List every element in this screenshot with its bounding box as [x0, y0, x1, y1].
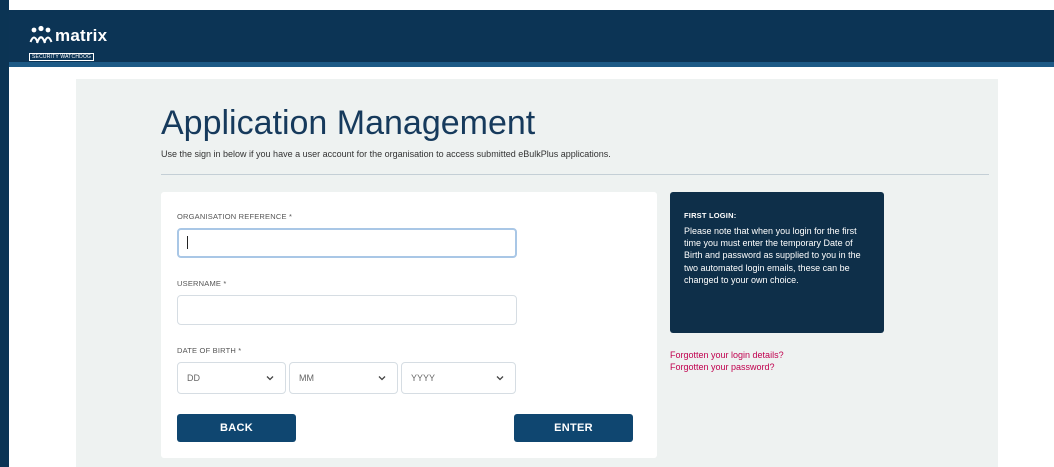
dob-label: DATE OF BIRTH * [177, 346, 242, 355]
chevron-down-icon [378, 376, 386, 381]
dob-year-value: YYYY [411, 373, 436, 383]
page: matrix SECURITY WATCHDOG Application Man… [0, 0, 1054, 467]
dob-year-select[interactable]: YYYY [401, 362, 516, 394]
dob-day-value: DD [187, 373, 200, 383]
main-panel: Application Management Use the sign in b… [76, 79, 998, 467]
header-accent-strip [9, 62, 1054, 67]
login-form-card: ORGANISATION REFERENCE * USERNAME * DATE… [161, 192, 657, 458]
matrix-logo[interactable]: matrix SECURITY WATCHDOG [29, 25, 107, 63]
username-input[interactable] [177, 295, 517, 325]
forgot-login-link[interactable]: Forgotten your login details? [670, 350, 784, 360]
forgot-password-link[interactable]: Forgotten your password? [670, 362, 775, 372]
first-login-info-box: FIRST LOGIN: Please note that when you l… [670, 192, 884, 333]
divider [161, 174, 989, 175]
text-caret [187, 236, 188, 249]
people-icon [29, 25, 53, 44]
left-edge-bar [0, 0, 9, 467]
enter-button[interactable]: ENTER [514, 414, 633, 442]
info-text: Please note that when you login for the … [684, 226, 861, 285]
dob-month-select[interactable]: MM [289, 362, 398, 394]
logo-wordmark: matrix [55, 26, 108, 45]
chevron-down-icon [496, 376, 504, 381]
top-header: matrix SECURITY WATCHDOG [9, 10, 1054, 62]
page-subtitle: Use the sign in below if you have a user… [161, 149, 611, 159]
page-title: Application Management [161, 104, 536, 142]
org-ref-label: ORGANISATION REFERENCE * [177, 212, 293, 221]
back-button[interactable]: BACK [177, 414, 296, 442]
chevron-down-icon [266, 376, 274, 381]
logo-tagline: SECURITY WATCHDOG [29, 53, 95, 61]
org-ref-input[interactable] [177, 228, 517, 258]
dob-month-value: MM [299, 373, 314, 383]
info-title: FIRST LOGIN: [684, 211, 737, 220]
username-label: USERNAME * [177, 279, 227, 288]
dob-day-select[interactable]: DD [177, 362, 286, 394]
